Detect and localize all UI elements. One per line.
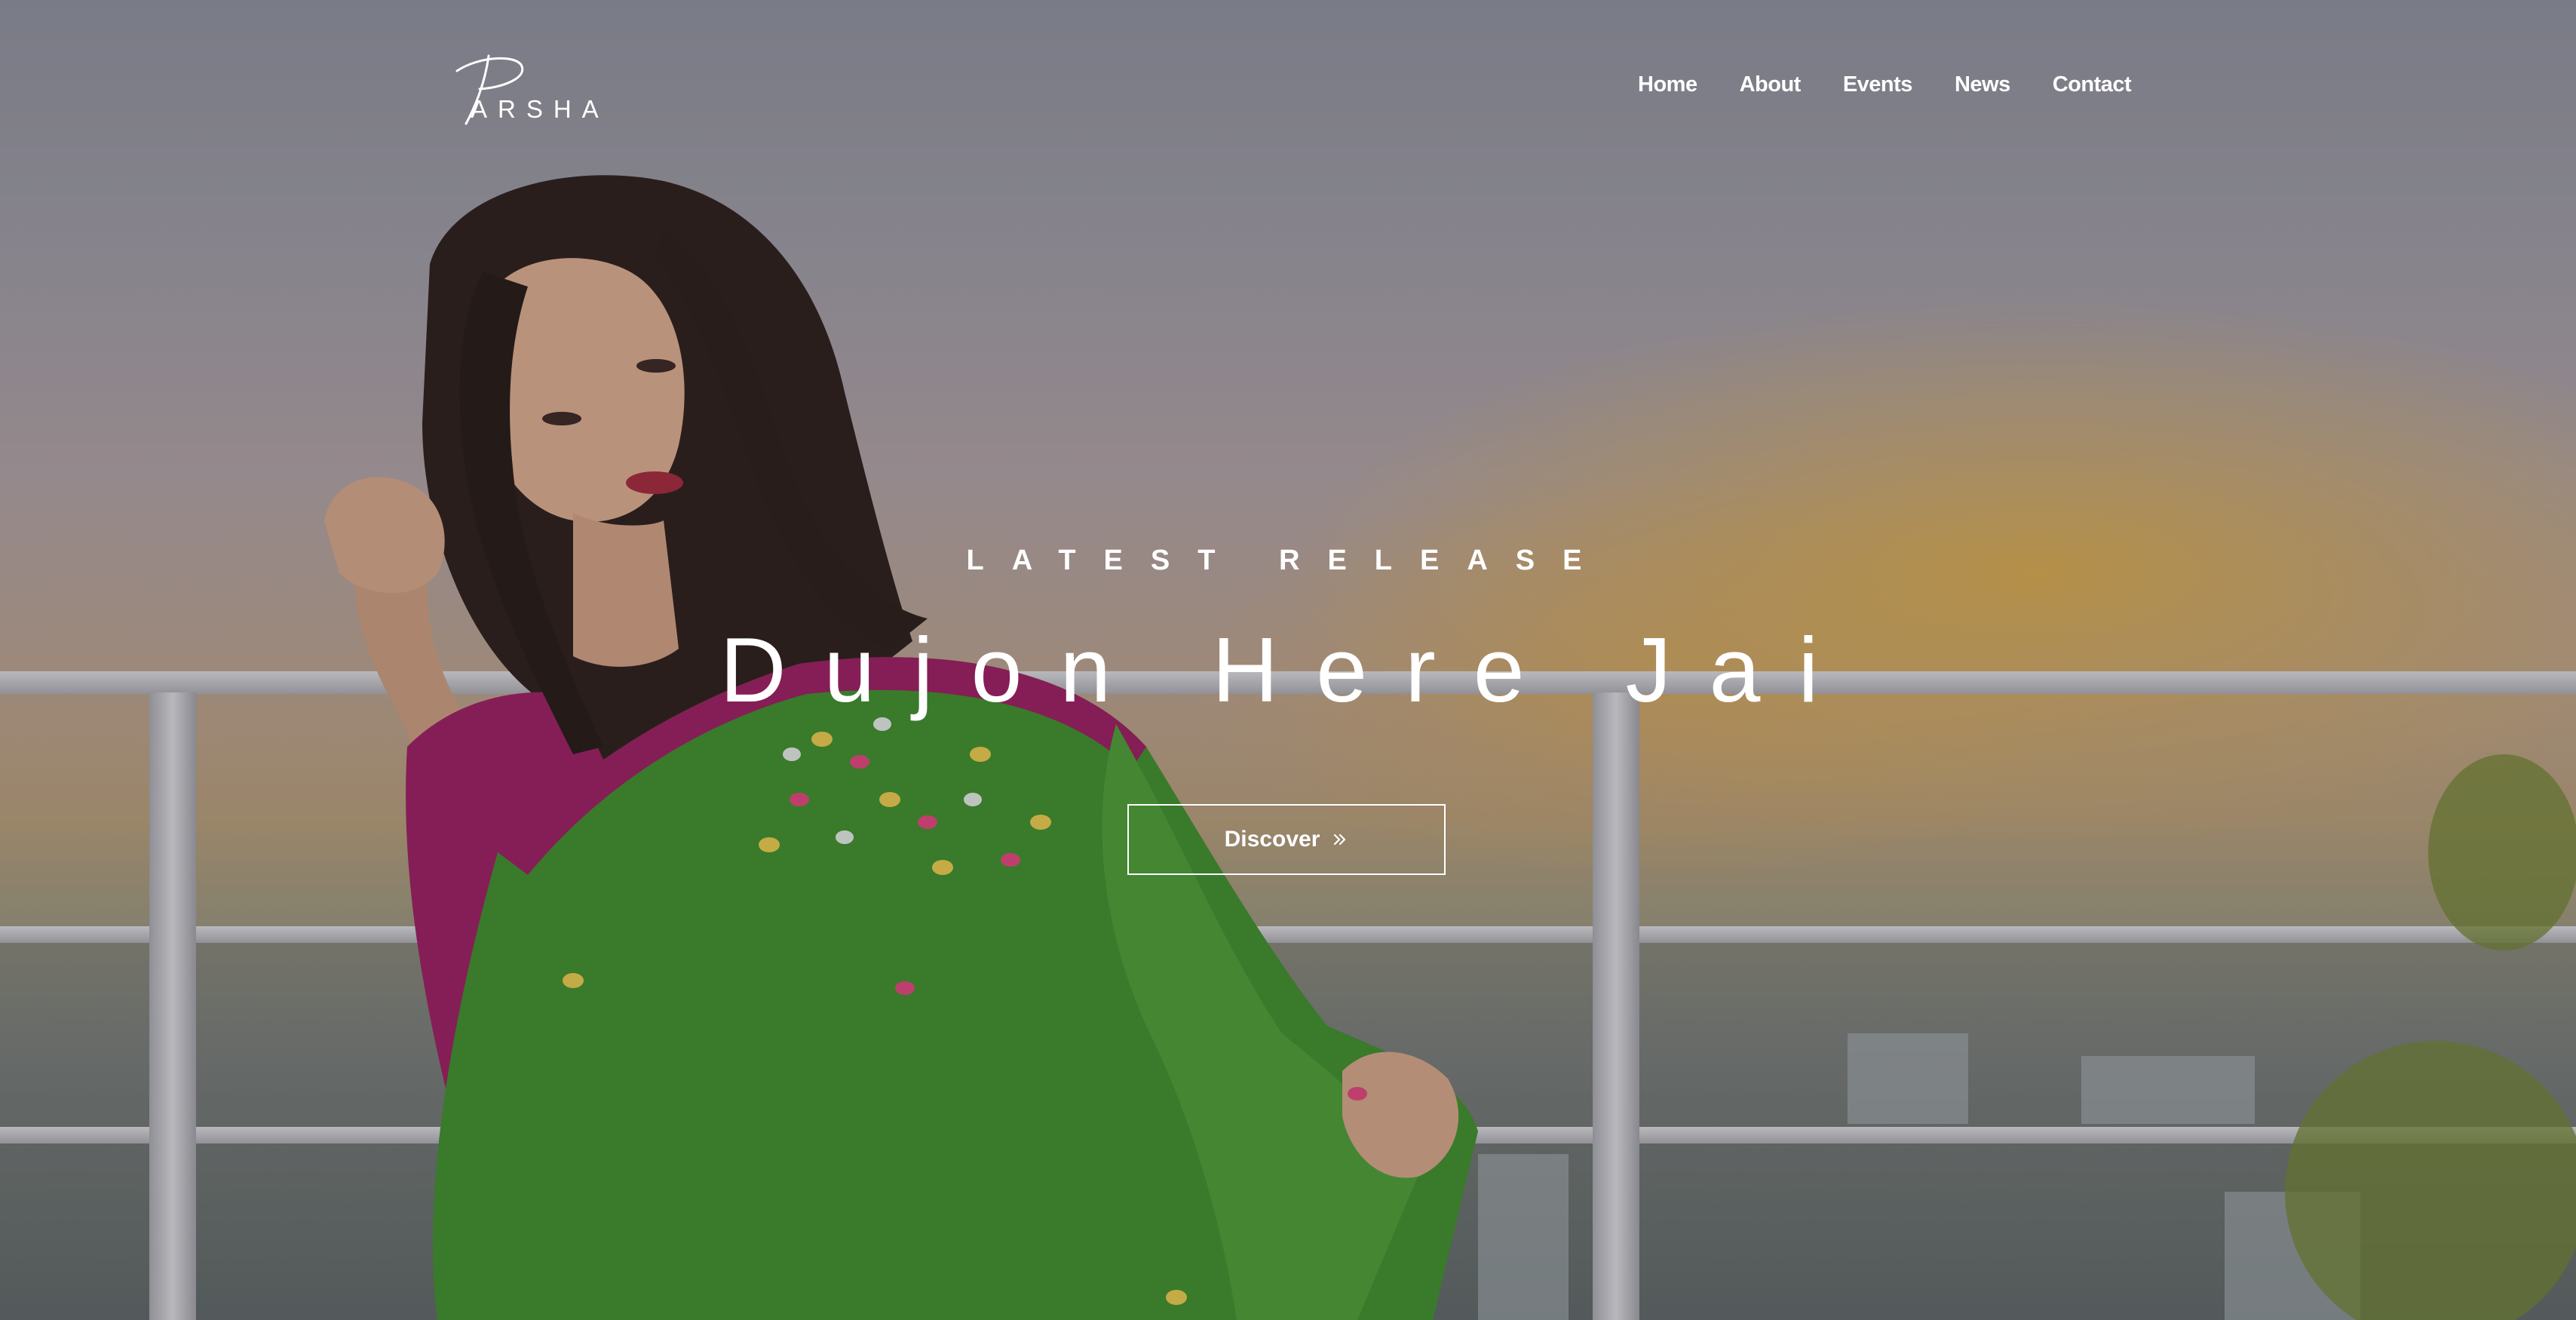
main-nav: Home About Events News Contact	[1638, 72, 2132, 97]
discover-button-label: Discover	[1224, 827, 1320, 852]
hero-title: Dujon Here Jai	[719, 619, 1857, 721]
logo-wordmark: ARSHA	[471, 95, 609, 123]
hero-eyebrow: LATEST RELEASE	[966, 545, 1610, 576]
nav-home[interactable]: Home	[1638, 72, 1697, 97]
nav-contact[interactable]: Contact	[2053, 72, 2132, 97]
nav-about[interactable]: About	[1740, 72, 1802, 97]
nav-events[interactable]: Events	[1843, 72, 1913, 97]
double-chevron-right-icon	[1334, 833, 1346, 846]
discover-button[interactable]: Discover	[1127, 804, 1446, 875]
nav-news[interactable]: News	[1955, 72, 2010, 97]
site-logo[interactable]: ARSHA	[449, 48, 653, 131]
